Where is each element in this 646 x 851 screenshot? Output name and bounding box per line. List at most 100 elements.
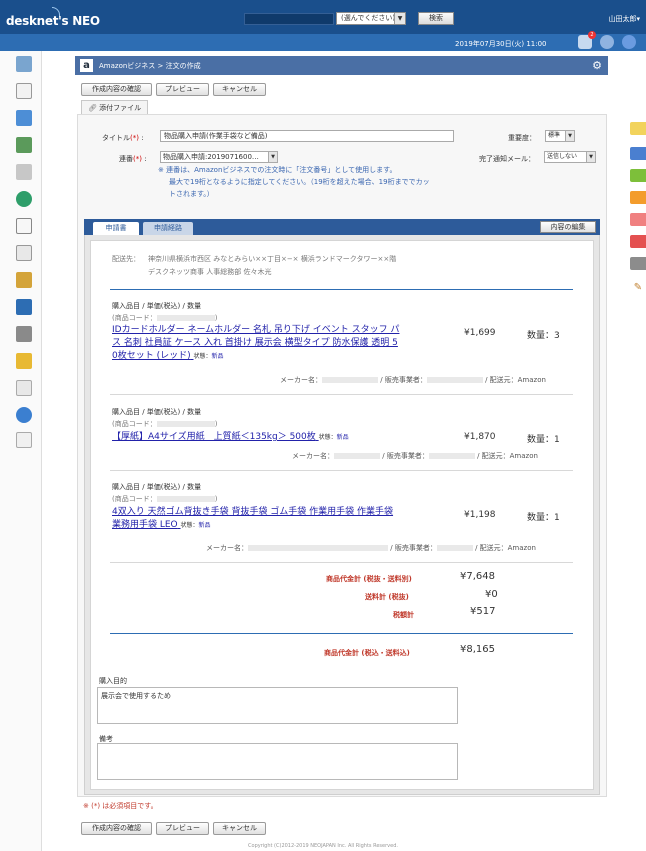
portal-icon[interactable] xyxy=(16,56,32,72)
route-label: 連番(*) : xyxy=(119,155,147,163)
tab-apply[interactable]: 申請書 xyxy=(93,222,139,235)
search-scope-label: (選んでください) xyxy=(341,14,396,22)
preview-button[interactable]: プレビュー xyxy=(156,83,209,96)
workflow-icon[interactable] xyxy=(16,299,32,315)
board-icon[interactable] xyxy=(16,245,32,261)
red-tab[interactable] xyxy=(630,235,646,248)
chevron-down-icon: ▼ xyxy=(268,152,277,162)
shipping-label: 配送先： xyxy=(112,255,140,263)
item-price: ¥1,870 xyxy=(464,432,496,442)
calendar-icon[interactable] xyxy=(16,83,32,99)
preview-button-bottom[interactable]: プレビュー xyxy=(156,822,209,835)
search-scope-select[interactable]: (選んでください) ▼ xyxy=(336,12,406,25)
importance-select[interactable]: 標準 ▼ xyxy=(545,130,575,142)
pencil-icon[interactable]: ✎ xyxy=(630,281,646,294)
importance-label: 重要度： xyxy=(508,134,536,142)
header-search-input[interactable] xyxy=(244,13,334,25)
notify-value: 送信しない xyxy=(547,153,578,160)
cancel-button-bottom[interactable]: キャンセル xyxy=(213,822,266,835)
app-logo[interactable]: desknet's NEO xyxy=(6,14,100,28)
redacted-maker xyxy=(248,545,388,551)
gear-icon[interactable]: ⚙ xyxy=(592,59,602,72)
user-menu[interactable]: 山田太郎▾ xyxy=(608,14,640,24)
timecard-icon[interactable] xyxy=(16,164,32,180)
title-input[interactable]: 物品購入申請(作業手袋など備品) xyxy=(160,130,454,142)
notification-badge: 2 xyxy=(588,31,596,39)
pink-tab[interactable] xyxy=(630,213,646,226)
list-icon[interactable] xyxy=(16,380,32,396)
chat-icon[interactable] xyxy=(600,35,614,49)
edit-content-button[interactable]: 内容の編集 xyxy=(540,221,596,233)
help-icon[interactable] xyxy=(16,407,32,423)
seller-info: メーカー名： / 販売事業者： / 配送元：Amazon xyxy=(280,376,546,384)
chart-icon[interactable] xyxy=(16,272,32,288)
subtotal-label: 商品代金計 (税抜・送料別) xyxy=(326,575,412,583)
redacted-maker xyxy=(322,377,378,383)
summary-divider xyxy=(110,633,573,634)
yellow-tab[interactable] xyxy=(630,122,646,135)
item-quantity: 数量：3 xyxy=(527,331,560,341)
chevron-down-icon: ▼ xyxy=(565,131,574,141)
route-select[interactable]: 物品購入申請:2019071600… ▼ xyxy=(160,151,278,163)
bottom-menu-icon[interactable] xyxy=(16,432,32,448)
sub-header xyxy=(0,34,646,51)
attachment-tab-label: 添付ファイル xyxy=(99,104,142,112)
redacted-code xyxy=(156,421,215,427)
product-code: (商品コード：) xyxy=(112,420,218,428)
green-tab[interactable] xyxy=(630,169,646,182)
title-label: タイトル(*) : xyxy=(102,134,144,142)
product-link[interactable]: 【厚紙】A4サイズ用紙 上質紙＜135kg＞ 500枚 状態：新品 xyxy=(112,431,442,444)
confirm-button[interactable]: 作成内容の確認 xyxy=(81,83,152,96)
copyright-footer: Copyright (C)2012-2019 NEOJAPAN Inc. All… xyxy=(248,843,398,849)
person-icon[interactable] xyxy=(622,35,636,49)
seller-info: メーカー名： / 販売事業者： / 配送元：Amazon xyxy=(206,544,536,552)
shipping-total-value: ¥0 xyxy=(485,589,498,600)
item-price: ¥1,198 xyxy=(464,510,496,520)
product-code: (商品コード：) xyxy=(112,314,218,322)
shipping-recipient: デスクネッツ商事 人事総務部 佐々木光 xyxy=(148,268,272,276)
importance-value: 標準 xyxy=(548,132,561,139)
facility-icon[interactable] xyxy=(16,110,32,126)
seller-info: メーカー名： / 販売事業者： / 配送元：Amazon xyxy=(292,452,538,460)
required-mark: (*) xyxy=(133,155,142,163)
folder-yellow-icon[interactable] xyxy=(16,353,32,369)
route-note: ※ 連番は、Amazonビジネスでの注文時に「注文番号」として使用します。 最大… xyxy=(158,166,430,198)
required-mark: (*) xyxy=(130,134,139,142)
chevron-down-icon: ▼ xyxy=(586,152,595,162)
confirm-button-bottom[interactable]: 作成内容の確認 xyxy=(81,822,152,835)
item-header: 購入品目 / 単価(税込) / 数量 xyxy=(112,408,202,416)
remarks-textarea[interactable] xyxy=(97,743,458,780)
folder-gray-icon[interactable] xyxy=(16,326,32,342)
notify-select[interactable]: 送信しない ▼ xyxy=(544,151,596,163)
cancel-button[interactable]: キャンセル xyxy=(213,83,266,96)
subtotal-value: ¥7,648 xyxy=(460,571,495,582)
shipping-total-label: 送料計 (税抜) xyxy=(365,593,409,601)
blue-tab[interactable] xyxy=(630,147,646,160)
product-link[interactable]: 4双入り 天然ゴム背抜き手袋 背抜手袋 ゴム手袋 作業用手袋 作業手袋 業務用手… xyxy=(112,506,442,532)
support-icon[interactable] xyxy=(16,191,32,207)
page-title: Amazonビジネス > 注文の作成 xyxy=(99,62,201,70)
paperclip-icon: 🔗︎ xyxy=(88,104,97,112)
tax-total-value: ¥517 xyxy=(470,606,496,617)
grand-total-label: 商品代金計 (税込・送料込) xyxy=(324,649,410,657)
tab-route[interactable]: 申請経路 xyxy=(143,222,193,235)
shipping-address: 神奈川県横浜市西区 みなとみらい××丁目×−× 横浜ランドマークタワー××階 xyxy=(148,255,397,263)
amazon-logo-icon: a xyxy=(80,59,93,72)
redacted-code xyxy=(156,315,215,321)
search-button[interactable]: 検索 xyxy=(418,12,454,25)
item-price: ¥1,699 xyxy=(464,328,496,338)
current-datetime: 2019年07月30日(火) 11:00 xyxy=(455,40,547,48)
route-value: 物品購入申請:2019071600… xyxy=(163,153,259,161)
purpose-textarea[interactable]: 展示会で使用するため xyxy=(97,687,458,724)
product-code: (商品コード：) xyxy=(112,495,218,503)
item-divider xyxy=(110,562,573,563)
item-header: 購入品目 / 単価(税込) / 数量 xyxy=(112,302,202,310)
memo-icon[interactable] xyxy=(16,218,32,234)
attachment-tab[interactable]: 🔗︎ 添付ファイル xyxy=(81,100,148,115)
top-header: desknet's NEO (選んでください) ▼ 検索 山田太郎▾ xyxy=(0,0,646,34)
gray-tab[interactable] xyxy=(630,257,646,270)
product-link[interactable]: IDカードホルダー ネームホルダー 名札 吊り下げ イベント スタッフ パ ス … xyxy=(112,324,442,363)
purpose-label: 購入目的 xyxy=(99,677,127,685)
contacts-icon[interactable] xyxy=(16,137,32,153)
orange-tab[interactable] xyxy=(630,191,646,204)
